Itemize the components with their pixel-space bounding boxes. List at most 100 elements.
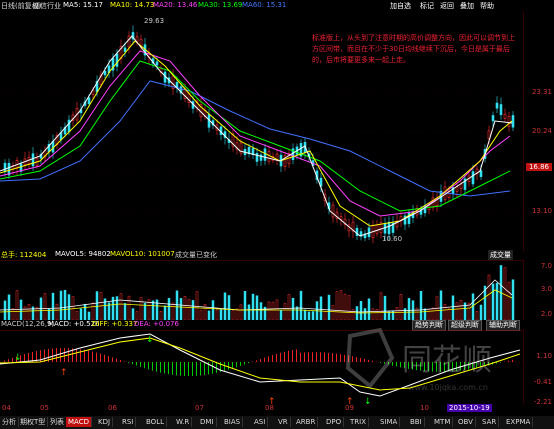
watermark-url: www.10jqka.com.cn <box>408 383 488 392</box>
y-tick: 13.10 <box>531 207 552 215</box>
toolbar-item[interactable]: 标记 <box>420 1 434 11</box>
stock-name: 通信行业 <box>33 2 61 10</box>
macd-bar <box>12 357 13 362</box>
tab-8[interactable]: DMI <box>198 417 217 427</box>
vol-y-tick: 7.0 <box>540 262 552 270</box>
tab-18[interactable]: OBV <box>456 417 476 427</box>
mavol5: MAVOL5: 94802 <box>55 250 111 258</box>
tab-16[interactable]: BBI <box>408 417 425 427</box>
volume-bar <box>219 309 223 320</box>
volume-note: 成交量已变化 <box>175 251 217 259</box>
y-tick: 20.24 <box>531 127 552 135</box>
volume-bar <box>43 293 47 320</box>
volume-bar <box>447 308 451 320</box>
volume-bar <box>227 295 231 320</box>
candle <box>87 97 91 105</box>
volume-bar <box>387 311 391 320</box>
tab-6[interactable]: BOLL <box>144 417 167 427</box>
volume-bar <box>311 311 315 320</box>
volume-bar <box>507 281 511 320</box>
volume-chart[interactable] <box>0 260 524 320</box>
macd-bar <box>144 362 145 369</box>
tab-10[interactable]: ASI <box>252 417 269 427</box>
macd-bar <box>240 362 241 366</box>
macd-bar <box>192 362 193 376</box>
volume-bar <box>163 305 167 320</box>
volume-corner-button[interactable]: 成交量 <box>488 250 513 260</box>
header-bar: 日线(前复权) 通信行业 MA5: 15.17 MA10: 14.73 MA20… <box>0 0 554 11</box>
macd-bar <box>132 362 133 365</box>
toolbar-item[interactable]: 帮助 <box>480 1 494 11</box>
macd-bar <box>256 360 257 362</box>
macd-bar <box>112 357 113 362</box>
tab-14[interactable]: TRIX <box>348 417 369 427</box>
tab-4[interactable]: KDJ <box>96 417 114 427</box>
volume-bar <box>459 299 463 320</box>
y-tick: 23.31 <box>531 88 552 96</box>
volume-header: 总手: 112404 MAVOL5: 94802 MAVOL10: 101007… <box>0 250 524 260</box>
tab-12[interactable]: ARBR <box>294 417 319 427</box>
tab-9[interactable]: BIAS <box>222 417 244 427</box>
macd-bar <box>312 352 313 362</box>
watermark-text: 同花顺 <box>402 343 492 378</box>
volume-bar <box>363 308 367 320</box>
volume-bar <box>151 300 155 320</box>
tab-20[interactable]: EXPMA <box>504 417 534 427</box>
volume-bar <box>75 310 79 320</box>
svg-text:↑: ↑ <box>60 368 68 378</box>
macd-bar <box>332 353 333 362</box>
tab-3[interactable]: MACD <box>66 417 92 427</box>
tab-0[interactable]: 分析 <box>0 417 19 427</box>
macd-bar <box>224 362 225 371</box>
volume-bar <box>223 292 227 320</box>
tab-11[interactable]: VR <box>276 417 291 427</box>
macd-bar <box>60 348 61 362</box>
tab-1[interactable]: 期权T型 <box>18 417 49 427</box>
svg-text:↓: ↓ <box>146 335 154 345</box>
ma30-value: MA30: 13.69 <box>198 1 243 9</box>
macd-bar <box>296 349 297 362</box>
tab-7[interactable]: W.R <box>174 417 193 427</box>
volume-bar <box>347 295 351 320</box>
volume-bar <box>287 294 291 320</box>
toolbar-item[interactable]: 返回 <box>440 1 454 11</box>
ma5-value: MA5: 15.17 <box>63 1 103 9</box>
tab-19[interactable]: SAR <box>480 417 500 427</box>
macd-bar <box>120 360 121 362</box>
volume-bar <box>299 290 303 320</box>
macd-bar <box>84 349 85 362</box>
volume-bar <box>251 293 255 320</box>
vol-y-tick: 3.0 <box>540 285 552 293</box>
volume-bar <box>451 295 455 320</box>
volume-bar <box>399 294 403 320</box>
tab-15[interactable]: SIMA <box>378 417 401 427</box>
watermark-logo: 同花顺 www.10jqka.com.cn <box>345 328 492 392</box>
macd-bar <box>216 362 217 373</box>
date-axis: 04 05 06 07 08 09 10 2015-10-19 <box>0 404 554 414</box>
tab-17[interactable]: MTM <box>432 417 454 427</box>
macd-bar <box>168 362 169 375</box>
volume-bar <box>51 292 55 320</box>
tab-2[interactable]: 列表 <box>48 417 67 427</box>
date-tick: 05 <box>40 404 49 412</box>
volume-bar <box>83 303 87 320</box>
candle <box>507 116 511 127</box>
date-tick: 08 <box>265 404 274 412</box>
macd-bar <box>336 353 337 362</box>
volume-bar <box>319 296 323 320</box>
volume-bar <box>439 290 443 320</box>
candle <box>471 171 475 185</box>
volume-bar <box>187 299 191 320</box>
diff-value: DIFF: +0.337 <box>92 320 138 328</box>
macd-bar <box>100 353 101 362</box>
volume-bar <box>87 311 91 320</box>
volume-bar <box>267 301 271 320</box>
volume-bar <box>135 311 139 320</box>
tab-13[interactable]: DPO <box>324 417 345 427</box>
candle <box>479 170 483 177</box>
macd-y-tick: -0.41 <box>533 378 552 386</box>
tab-5[interactable]: RSI <box>120 417 137 427</box>
svg-text:↑: ↑ <box>268 397 276 404</box>
toolbar-item[interactable]: 叠加 <box>460 1 474 11</box>
toolbar-item[interactable]: 加自选 <box>390 1 411 11</box>
